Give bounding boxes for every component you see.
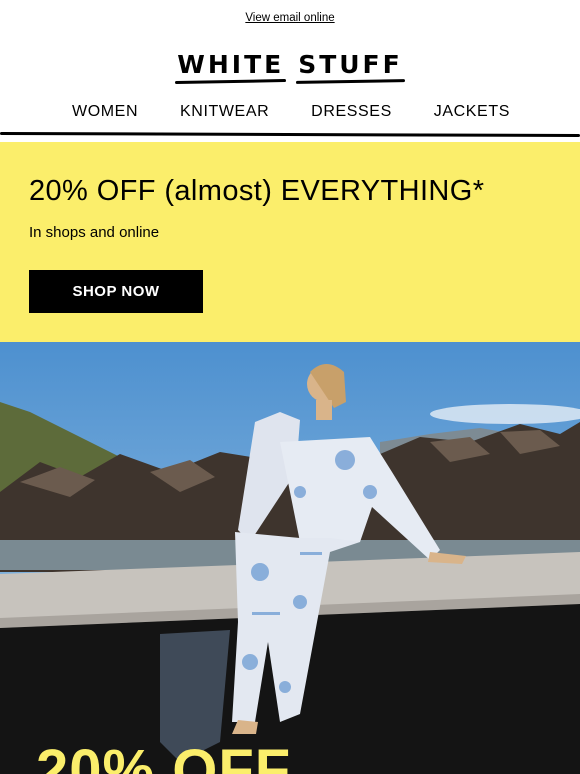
nav-item-dresses[interactable]: DRESSES: [311, 103, 392, 121]
shop-now-button[interactable]: SHOP NOW: [29, 270, 203, 313]
promo-subtext: In shops and online: [29, 224, 160, 241]
nav-item-women[interactable]: WOMEN: [72, 103, 138, 121]
view-email-online-link[interactable]: View email online: [245, 12, 334, 24]
brand-logo-word: STUFF: [298, 49, 403, 79]
header-logo-area: WHITE STUFF: [0, 36, 580, 92]
promo-headline: 20% OFF (almost) EVERYTHING*: [29, 175, 485, 207]
hero-overlay-text: 20% OFF: [36, 738, 292, 774]
nav-item-jackets[interactable]: JACKETS: [434, 103, 510, 121]
nav-divider: [0, 132, 580, 142]
hero-photo-illustration: [0, 342, 580, 774]
hero-image[interactable]: 20% OFF: [0, 342, 580, 774]
main-nav: WOMEN KNITWEAR DRESSES JACKETS: [0, 92, 580, 132]
promo-banner: 20% OFF (almost) EVERYTHING* In shops an…: [0, 142, 580, 342]
brand-logo-word: WHITE: [177, 49, 285, 79]
view-online-bar: View email online: [0, 0, 580, 36]
brand-logo[interactable]: WHITE STUFF: [177, 50, 402, 79]
nav-item-knitwear[interactable]: KNITWEAR: [180, 103, 269, 121]
